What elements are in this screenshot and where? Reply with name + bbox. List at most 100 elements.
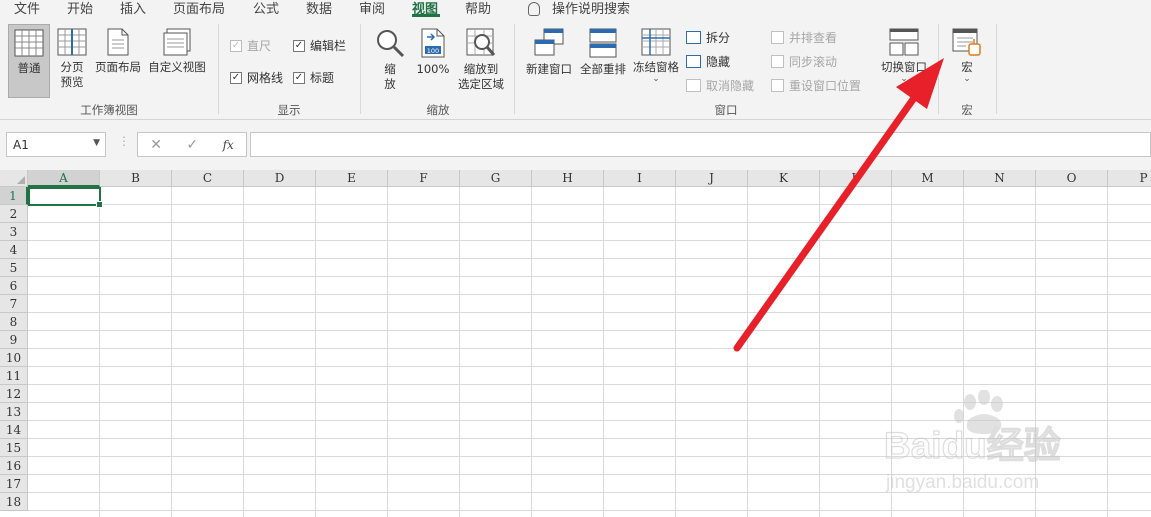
arrange-all-button[interactable]: 全部重排	[577, 28, 629, 77]
page-break-preview-button[interactable]: 分页 预览	[54, 28, 90, 90]
tab-review[interactable]: 审阅	[359, 0, 385, 17]
row-header[interactable]: 5	[0, 259, 28, 277]
chevron-down-icon: ⌄	[652, 74, 660, 84]
checkbox-icon: ✓	[293, 71, 305, 84]
hide-button[interactable]: 隐藏	[686, 53, 730, 70]
row-header[interactable]: 2	[0, 205, 28, 223]
row-header[interactable]: 16	[0, 457, 28, 475]
column-header[interactable]: F	[388, 170, 460, 187]
column-header[interactable]: O	[1036, 170, 1108, 187]
reset-window-position-button[interactable]: 重设窗口位置	[771, 77, 861, 94]
column-header[interactable]: B	[100, 170, 172, 187]
chevron-down-icon[interactable]: ▼	[93, 138, 100, 148]
column-header[interactable]: N	[964, 170, 1036, 187]
row-header[interactable]: 4	[0, 241, 28, 259]
split-icon	[686, 31, 701, 44]
formula-bar-grip-icon[interactable]: ⋮	[118, 134, 130, 148]
side-by-side-icon	[771, 31, 784, 44]
column-header[interactable]: G	[460, 170, 532, 187]
sync-scroll-label: 同步滚动	[789, 55, 838, 69]
view-side-by-side-button[interactable]: 并排查看	[771, 29, 837, 46]
row-header[interactable]: 6	[0, 277, 28, 295]
tab-help[interactable]: 帮助	[465, 0, 491, 17]
new-window-button[interactable]: 新建窗口	[522, 28, 576, 77]
tab-formulas[interactable]: 公式	[253, 0, 279, 17]
zoom-to-selection-button[interactable]: 缩放到 选定区域	[455, 28, 507, 92]
row-header[interactable]: 8	[0, 313, 28, 331]
zoom-label-2: 放	[384, 77, 396, 91]
column-header[interactable]: K	[748, 170, 820, 187]
formula-input[interactable]	[250, 132, 1151, 157]
hide-label: 隐藏	[706, 55, 731, 69]
cancel-icon[interactable]: ✕	[150, 137, 162, 153]
zoom-selection-label-2: 选定区域	[458, 77, 504, 91]
column-header[interactable]: M	[892, 170, 964, 187]
row-header[interactable]: 18	[0, 493, 28, 511]
zoom-label-1: 缩	[384, 62, 396, 76]
gridlines-checkbox[interactable]: ✓ 网格线	[230, 69, 283, 86]
synchronous-scrolling-button[interactable]: 同步滚动	[771, 53, 837, 70]
row-header[interactable]: 15	[0, 439, 28, 457]
switch-windows-button[interactable]: 切换窗口 ⌄	[877, 28, 931, 84]
unhide-window-icon	[686, 79, 701, 92]
row-header[interactable]: 3	[0, 223, 28, 241]
column-header[interactable]: I	[604, 170, 676, 187]
arrange-all-label: 全部重排	[580, 62, 626, 76]
column-header[interactable]: C	[172, 170, 244, 187]
normal-view-icon	[14, 29, 44, 57]
row-header[interactable]: 11	[0, 367, 28, 385]
row-header[interactable]: 12	[0, 385, 28, 403]
custom-views-icon	[163, 28, 191, 56]
select-all-button[interactable]	[0, 170, 28, 187]
name-box[interactable]: A1 ▼	[6, 132, 106, 157]
arrange-all-icon	[589, 28, 617, 58]
ribbon-tabs: 文件 开始 插入 页面布局 公式 数据 审阅 视图 帮助 操作说明搜索	[0, 0, 1151, 18]
tell-me-search[interactable]: 操作说明搜索	[528, 0, 630, 17]
ruler-checkbox[interactable]: ✓ 直尺	[230, 37, 271, 54]
custom-views-button[interactable]: 自定义视图	[146, 28, 208, 75]
page-break-preview-label-2: 预览	[60, 75, 84, 89]
macros-button[interactable]: 宏 ⌄	[948, 28, 986, 84]
group-separator	[218, 24, 219, 114]
row-header[interactable]: 7	[0, 295, 28, 313]
reset-position-icon	[771, 79, 784, 92]
active-tab-indicator	[412, 14, 440, 17]
zoom-button[interactable]: 缩 放	[372, 28, 408, 92]
column-header[interactable]: L	[820, 170, 892, 187]
tab-data[interactable]: 数据	[306, 0, 332, 17]
column-header[interactable]: A	[28, 170, 100, 187]
row-header[interactable]: 13	[0, 403, 28, 421]
enter-icon[interactable]: ✓	[186, 137, 198, 153]
gridlines-label: 网格线	[247, 71, 284, 85]
row-header[interactable]: 1	[0, 187, 28, 205]
unhide-button[interactable]: 取消隐藏	[686, 77, 754, 94]
freeze-panes-button[interactable]: 冻结窗格 ⌄	[630, 28, 682, 84]
column-header[interactable]: J	[676, 170, 748, 187]
row-header[interactable]: 14	[0, 421, 28, 439]
row-header[interactable]: 9	[0, 331, 28, 349]
page-layout-view-button[interactable]: 页面布局	[93, 28, 143, 75]
insert-function-icon[interactable]: fx	[223, 138, 234, 152]
tab-file[interactable]: 文件	[14, 0, 40, 17]
row-header[interactable]: 17	[0, 475, 28, 493]
active-cell-a1[interactable]	[28, 187, 103, 208]
row-header[interactable]: 10	[0, 349, 28, 367]
tab-home[interactable]: 开始	[67, 0, 93, 17]
column-header[interactable]: P	[1108, 170, 1151, 187]
tab-page-layout[interactable]: 页面布局	[173, 0, 225, 17]
checkbox-icon: ✓	[293, 39, 305, 52]
column-header[interactable]: D	[244, 170, 316, 187]
zoom-100-button[interactable]: 100 100%	[414, 28, 452, 77]
formula-bar-checkbox[interactable]: ✓ 编辑栏	[293, 37, 346, 54]
group-separator	[514, 24, 515, 114]
split-button[interactable]: 拆分	[686, 29, 730, 46]
group-separator	[360, 24, 361, 114]
column-header[interactable]: H	[532, 170, 604, 187]
headings-checkbox[interactable]: ✓ 标题	[293, 69, 334, 86]
normal-view-button[interactable]: 普通	[8, 24, 50, 98]
checkbox-icon: ✓	[230, 39, 242, 52]
ruler-label: 直尺	[247, 39, 272, 53]
hide-window-icon	[686, 55, 701, 68]
column-header[interactable]: E	[316, 170, 388, 187]
tab-insert[interactable]: 插入	[120, 0, 146, 17]
